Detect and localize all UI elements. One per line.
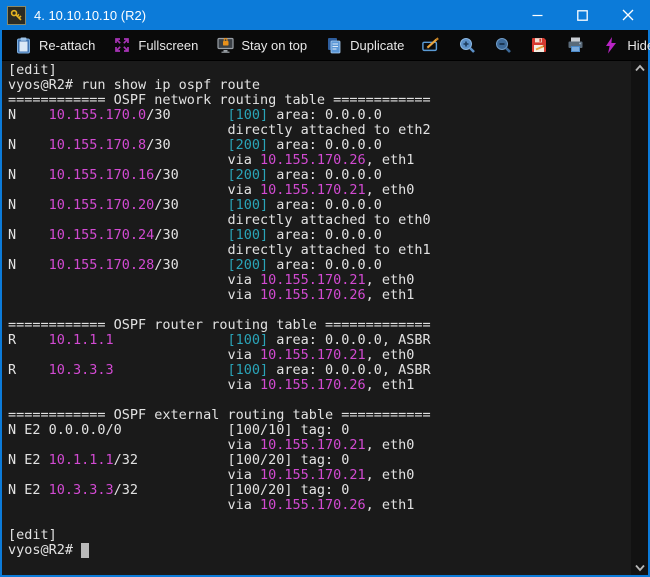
terminal-line: via 10.155.170.26, eth1: [8, 287, 415, 303]
terminal-text: [edit] vyos@R2# run show ip ospf route ===…: [2, 61, 631, 575]
terminal-line: via 10.155.170.21, eth0: [8, 272, 415, 288]
titlebar: 4. 10.10.10.10 (R2): [0, 0, 650, 30]
monitor-lock-icon: [216, 36, 234, 54]
scroll-up-icon[interactable]: [634, 64, 646, 72]
terminal-line: via 10.155.170.26, eth1: [8, 497, 415, 513]
terminal-line: N 10.155.170.28/30 [200] area: 0.0.0.0: [8, 257, 382, 273]
terminal-line: ============ OSPF network routing table …: [8, 92, 431, 108]
fullscreen-arrows-icon: [113, 36, 131, 54]
maximize-button[interactable]: [560, 0, 605, 30]
reattach-label: Re-attach: [39, 37, 96, 53]
zoom-in-icon: [458, 36, 476, 54]
fullscreen-button[interactable]: Fullscreen: [113, 36, 198, 54]
clipboard-icon: [14, 36, 32, 54]
print-button[interactable]: [566, 36, 584, 54]
terminal-area[interactable]: [edit] vyos@R2# run show ip ospf route ===…: [2, 61, 648, 575]
duplicate-label: Duplicate: [350, 37, 405, 53]
terminal-line: N 10.155.170.16/30 [200] area: 0.0.0.0: [8, 167, 382, 183]
zoom-out-button[interactable]: [494, 36, 512, 54]
fullscreen-label: Fullscreen: [138, 37, 199, 53]
reattach-button[interactable]: Re-attach: [14, 36, 95, 54]
terminal-cursor: [81, 543, 90, 558]
minimize-button[interactable]: [515, 0, 560, 30]
edit-icon: [422, 36, 440, 54]
terminal-line: N E2 10.3.3.3/32 [100/20] tag: 0: [8, 482, 350, 498]
zoom-in-button[interactable]: [458, 36, 476, 54]
terminal-line: directly attached to eth2: [8, 122, 431, 138]
maximize-icon: [577, 9, 588, 21]
edit-button[interactable]: [422, 36, 440, 54]
terminal-window: 4. 10.10.10.10 (R2) Re-attach Fullscreen…: [0, 0, 650, 577]
lightning-icon: [602, 36, 620, 54]
window-controls: [515, 0, 650, 30]
terminal-line: [edit]: [8, 62, 57, 78]
duplicate-pages-icon: [325, 36, 343, 54]
terminal-line: directly attached to eth1: [8, 242, 431, 258]
terminal-line: directly attached to eth0: [8, 212, 431, 228]
duplicate-button[interactable]: Duplicate: [325, 36, 404, 54]
terminal-line: N 10.155.170.0/30 [100] area: 0.0.0.0: [8, 107, 382, 123]
terminal-line: via 10.155.170.21, eth0: [8, 347, 415, 363]
terminal-line: N 10.155.170.20/30 [100] area: 0.0.0.0: [8, 197, 382, 213]
save-button[interactable]: [530, 36, 548, 54]
terminal-line: R 10.1.1.1 [100] area: 0.0.0.0, ASBR: [8, 332, 431, 348]
terminal-line: N E2 0.0.0.0/0 [100/10] tag: 0: [8, 422, 350, 438]
terminal-line: N 10.155.170.24/30 [100] area: 0.0.0.0: [8, 227, 382, 243]
terminal-line: via 10.155.170.26, eth1: [8, 152, 415, 168]
terminal-line: vyos@R2# run show ip ospf route: [8, 77, 260, 93]
window-title: 4. 10.10.10.10 (R2): [34, 7, 147, 23]
stay-on-top-label: Stay on top: [241, 37, 308, 53]
terminal-line: R 10.3.3.3 [100] area: 0.0.0.0, ASBR: [8, 362, 431, 378]
terminal-line: via 10.155.170.21, eth0: [8, 467, 415, 483]
terminal-line: via 10.155.170.26, eth1: [8, 377, 415, 393]
hide-toolbar-button[interactable]: Hide toolbar: [602, 36, 650, 54]
stay-on-top-button[interactable]: Stay on top: [216, 36, 307, 54]
terminal-line: [edit]: [8, 527, 57, 543]
terminal-line: ============ OSPF router routing table =…: [8, 317, 431, 333]
hide-toolbar-label: Hide toolbar: [627, 37, 650, 53]
minimize-icon: [532, 14, 543, 16]
close-x-icon: [622, 9, 633, 21]
terminal-line: N 10.155.170.8/30 [200] area: 0.0.0.0: [8, 137, 382, 153]
key-icon[interactable]: [7, 5, 26, 25]
terminal-line: N E2 10.1.1.1/32 [100/20] tag: 0: [8, 452, 350, 468]
terminal-line: vyos@R2#: [8, 543, 631, 558]
scroll-down-icon[interactable]: [634, 564, 646, 572]
print-icon: [566, 36, 584, 54]
terminal-line: via 10.155.170.21, eth0: [8, 182, 415, 198]
scrollbar[interactable]: [631, 61, 648, 575]
close-button[interactable]: [605, 0, 650, 30]
terminal-line: ============ OSPF external routing table…: [8, 407, 431, 423]
save-icon: [530, 36, 548, 54]
terminal-line: via 10.155.170.21, eth0: [8, 437, 415, 453]
zoom-out-icon: [494, 36, 512, 54]
toolbar: Re-attach Fullscreen Stay on top Duplica…: [2, 30, 650, 61]
